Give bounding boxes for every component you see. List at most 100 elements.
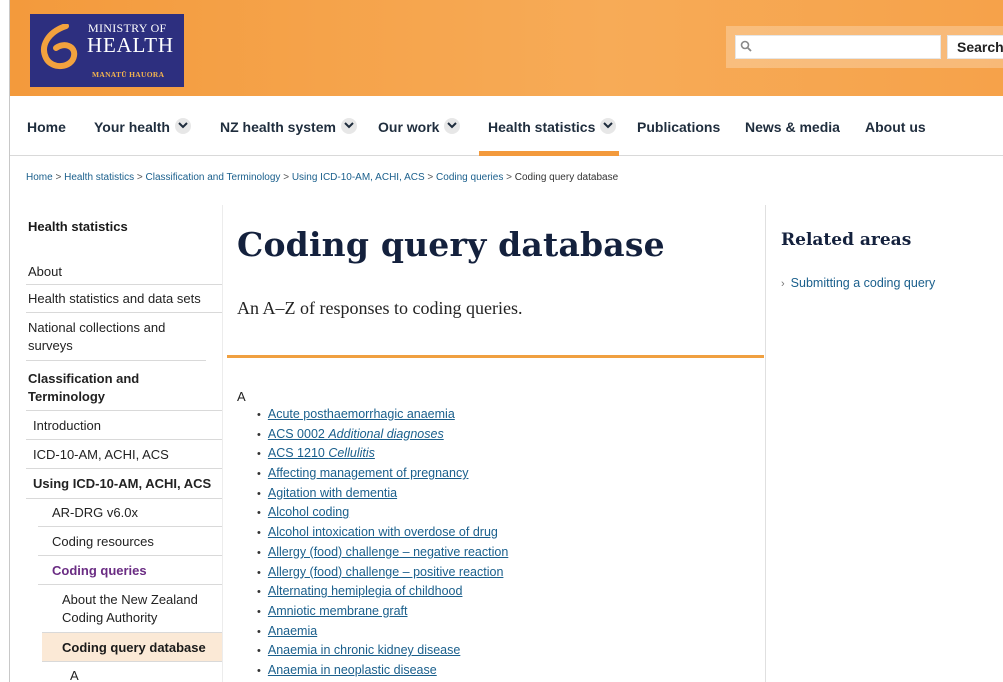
sidebar-item-label: A: [70, 668, 79, 682]
list-item: • Anaemia in neoplastic disease: [257, 661, 508, 681]
breadcrumb-link-home[interactable]: Home: [26, 172, 53, 183]
chevron-down-icon: [600, 118, 617, 135]
query-link-text: Allergy (food) challenge – positive reac…: [267, 564, 504, 579]
sidebar-item-label: About: [28, 264, 62, 279]
query-list: • Acute posthaemorrhagic anaemia • ACS 000…: [257, 405, 508, 681]
query-link[interactable]: Acute posthaemorrhagic anaemia: [268, 407, 455, 421]
query-link[interactable]: Agitation with dementia: [268, 486, 397, 500]
list-item: • Affecting management of pregnancy: [257, 464, 508, 484]
query-link[interactable]: Amniotic membrane graft: [268, 604, 408, 618]
list-item: • Agitation with dementia: [257, 484, 508, 504]
list-item: • ACS 0002 Additional diagnoses: [257, 425, 508, 445]
sidebar-item-coding-queries[interactable]: Coding queries: [38, 556, 222, 585]
chevron-down-icon: [340, 118, 357, 135]
bullet-icon: •: [257, 487, 261, 500]
bullet-icon: •: [257, 428, 261, 441]
breadcrumb-separator: >: [427, 172, 434, 183]
query-link[interactable]: Anaemia: [268, 624, 317, 638]
nav-about-us[interactable]: About us: [865, 96, 926, 156]
query-link-text: ACS 0002: [267, 426, 329, 441]
logo-swirl-icon: [41, 24, 78, 69]
search-icon: [740, 40, 752, 52]
breadcrumb-link-classification[interactable]: Classification and Terminology: [146, 172, 281, 183]
sidebar-item-a[interactable]: A: [42, 662, 222, 682]
list-item: • ACS 1210 Cellulitis: [257, 444, 508, 464]
breadcrumb-separator: >: [55, 172, 62, 183]
bullet-icon: •: [257, 448, 261, 461]
nav-news-media-label: News & media: [745, 119, 840, 135]
chevron-down-icon: [174, 118, 191, 135]
sidebar-item-label: ICD-10-AM, ACHI, ACS: [33, 447, 169, 462]
sidebar-item-using-icd[interactable]: Using ICD-10-AM, ACHI, ACS: [26, 469, 222, 499]
chevron-down-icon: [444, 118, 461, 135]
query-link[interactable]: ACS 1210 Cellulitis: [268, 446, 375, 460]
bullet-icon: •: [257, 586, 261, 599]
query-link[interactable]: Alcohol intoxication with overdose of dr…: [268, 525, 498, 539]
search-button[interactable]: Search: [947, 35, 1003, 59]
breadcrumb-link-health-statistics[interactable]: Health statistics: [64, 172, 134, 183]
query-link[interactable]: Anaemia in neoplastic disease: [268, 663, 437, 677]
list-item: • Alternating hemiplegia of childhood: [257, 582, 508, 602]
query-link[interactable]: Affecting management of pregnancy: [268, 466, 469, 480]
sidebar-item-ar-drg[interactable]: AR-DRG v6.0x: [38, 499, 222, 527]
query-link-text: Alcohol coding: [267, 505, 350, 520]
list-item: • Allergy (food) challenge – negative rea…: [257, 543, 508, 563]
sidebar-item-label: Coding resources: [52, 534, 154, 549]
breadcrumb-link-coding-queries[interactable]: Coding queries: [436, 172, 503, 183]
list-item: • Alcohol intoxication with overdose of d…: [257, 523, 508, 543]
nav-your-health[interactable]: Your health: [94, 96, 191, 156]
query-link-text: Agitation with dementia: [267, 485, 398, 500]
query-link-text: Affecting management of pregnancy: [267, 466, 469, 481]
nav-publications-label: Publications: [637, 119, 721, 135]
nav-health-statistics-label: Health statistics: [488, 119, 596, 135]
sidebar-item-introduction[interactable]: Introduction: [26, 411, 222, 440]
nav-our-work[interactable]: Our work: [378, 96, 461, 156]
query-link[interactable]: Alcohol coding: [268, 505, 349, 519]
sidebar-item-label: Using ICD-10-AM, ACHI, ACS: [33, 476, 212, 491]
query-link[interactable]: Anaemia in chronic kidney disease: [268, 643, 460, 657]
bullet-icon: •: [257, 546, 261, 559]
chevron-right-icon: ›: [781, 278, 785, 290]
sidebar-item-classification[interactable]: Classification and Terminology: [26, 361, 222, 411]
sidebar-item-coding-query-database[interactable]: Coding query database: [42, 633, 222, 662]
list-item: • Anaemia: [257, 622, 508, 642]
related-link-submitting-query[interactable]: › Submitting a coding query: [781, 276, 935, 290]
sidebar-item-coding-resources[interactable]: Coding resources: [38, 527, 222, 556]
sidebar-divider: [222, 205, 223, 682]
query-link[interactable]: ACS 0002 Additional diagnoses: [268, 427, 444, 441]
nav-health-statistics[interactable]: Health statistics: [488, 96, 617, 156]
list-item: • Amniotic membrane graft: [257, 602, 508, 622]
sidebar-item-label: Coding query database: [62, 640, 206, 655]
query-link-text: Anaemia in chronic kidney disease: [267, 643, 461, 658]
ministry-of-health-logo[interactable]: MINISTRY OF HEALTH MANATŪ HAUORA: [30, 14, 184, 87]
list-item: • Allergy (food) challenge – positive rea…: [257, 563, 508, 583]
breadcrumb-link-using-icd[interactable]: Using ICD-10-AM, ACHI, ACS: [292, 172, 425, 183]
content-divider: [765, 205, 766, 682]
nav-news-media[interactable]: News & media: [745, 96, 840, 156]
sidebar-item-about-nzca[interactable]: About the New Zealand Coding Authority: [42, 585, 222, 633]
query-link-text: Anaemia in neoplastic disease: [267, 662, 437, 677]
query-link[interactable]: Allergy (food) challenge – positive reac…: [268, 565, 504, 579]
query-link-text: Amniotic membrane graft: [267, 603, 408, 618]
query-link-italic: Cellulitis: [328, 446, 375, 461]
sidebar-item-about[interactable]: About: [26, 261, 222, 285]
bullet-icon: •: [257, 468, 261, 481]
query-link[interactable]: Allergy (food) challenge – negative reac…: [268, 545, 508, 559]
title-divider: [227, 355, 764, 358]
bullet-icon: •: [257, 645, 261, 658]
sidebar-item-health-statistics-data-sets[interactable]: Health statistics and data sets: [26, 285, 222, 313]
sidebar-item-national-collections[interactable]: National collections and surveys: [26, 313, 206, 361]
nav-publications[interactable]: Publications: [637, 96, 720, 156]
nav-home-label: Home: [27, 119, 66, 135]
sidebar-item-icd-10-am[interactable]: ICD-10-AM, ACHI, ACS: [26, 440, 222, 469]
sidebar-item-label: AR-DRG v6.0x: [52, 505, 138, 520]
nav-home[interactable]: Home: [27, 96, 66, 156]
query-link[interactable]: Alternating hemiplegia of childhood: [268, 584, 463, 598]
nav-nz-health-system[interactable]: NZ health system: [220, 96, 357, 156]
breadcrumb: Home > Health statistics > Classificatio…: [26, 172, 618, 183]
page-title: Coding query database: [237, 225, 665, 264]
search-input[interactable]: [735, 35, 941, 59]
list-item: • Acute posthaemorrhagic anaemia: [257, 405, 508, 425]
bullet-icon: •: [257, 605, 261, 618]
breadcrumb-separator: >: [136, 172, 143, 183]
